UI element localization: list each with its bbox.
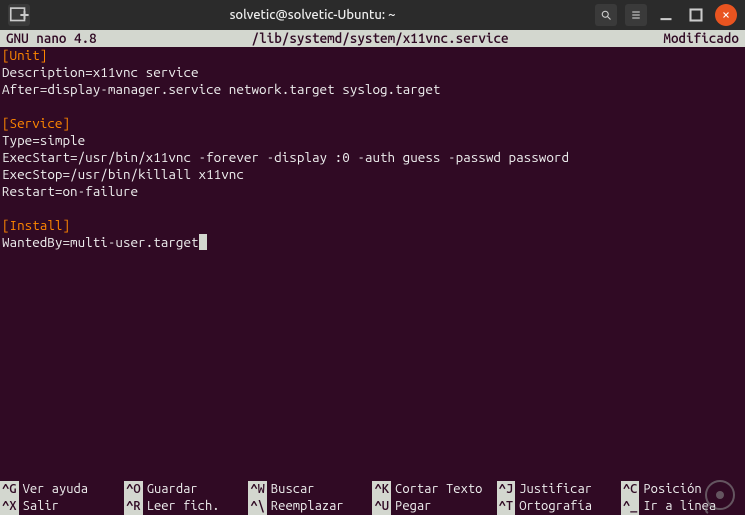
watermark-icon bbox=[700, 475, 740, 515]
hamburger-icon bbox=[630, 9, 642, 21]
close-icon bbox=[721, 10, 731, 20]
shortcut-key: ^R bbox=[124, 498, 143, 515]
file-line: After=display-manager.service network.ta… bbox=[2, 81, 743, 98]
nano-statusbar: GNU nano 4.8 /lib/systemd/system/x11vnc.… bbox=[0, 30, 745, 47]
new-tab-icon bbox=[8, 4, 30, 26]
new-tab-button[interactable] bbox=[8, 4, 30, 26]
shortcut-label: Ortografía bbox=[515, 498, 592, 515]
shortcut-justify[interactable]: ^JJustificar bbox=[497, 481, 621, 498]
minimize-button[interactable] bbox=[655, 4, 677, 26]
shortcut-label: Posición bbox=[639, 481, 701, 498]
shortcut-key: ^C bbox=[621, 481, 640, 498]
section-header: [Service] bbox=[2, 115, 70, 131]
shortcut-label: Justificar bbox=[515, 481, 592, 498]
nano-version: GNU nano 4.8 bbox=[0, 30, 103, 47]
shortcut-paste[interactable]: ^UPegar bbox=[372, 498, 496, 515]
close-button[interactable] bbox=[715, 4, 737, 26]
titlebar-right bbox=[595, 4, 737, 26]
shortcut-label: Reemplazar bbox=[267, 498, 344, 515]
file-line: WantedBy=multi-user.target bbox=[2, 234, 743, 251]
titlebar-left bbox=[8, 4, 30, 26]
shortcut-exit[interactable]: ^XSalir bbox=[0, 498, 124, 515]
file-line: Type=simple bbox=[2, 132, 743, 149]
shortcut-key: ^U bbox=[372, 498, 391, 515]
shortcut-help[interactable]: ^GVer ayuda bbox=[0, 481, 124, 498]
shortcut-key: ^_ bbox=[621, 498, 640, 515]
section-header: [Install] bbox=[2, 217, 70, 233]
shortcut-writeout[interactable]: ^OGuardar bbox=[124, 481, 248, 498]
file-line: Description=x11vnc service bbox=[2, 64, 743, 81]
file-line: Restart=on-failure bbox=[2, 183, 743, 200]
shortcut-label: Guardar bbox=[143, 481, 198, 498]
shortcut-key: ^O bbox=[124, 481, 143, 498]
shortcut-cut[interactable]: ^KCortar Texto bbox=[372, 481, 496, 498]
shortcut-replace[interactable]: ^\Reemplazar bbox=[248, 498, 372, 515]
search-icon bbox=[600, 9, 612, 21]
editor-content[interactable]: [Unit] Description=x11vnc service After=… bbox=[0, 47, 745, 251]
shortcut-key: ^\ bbox=[248, 498, 267, 515]
shortcut-label: Buscar bbox=[267, 481, 315, 498]
shortcut-label: Cortar Texto bbox=[391, 481, 482, 498]
search-button[interactable] bbox=[595, 4, 617, 26]
minimize-icon bbox=[655, 4, 677, 26]
nano-status: Modificado bbox=[657, 30, 745, 47]
shortcut-label: Ver ayuda bbox=[19, 481, 89, 498]
section-header: [Unit] bbox=[2, 47, 47, 63]
file-line: ExecStop=/usr/bin/killall x11vnc bbox=[2, 166, 743, 183]
cursor bbox=[199, 234, 207, 250]
shortcut-key: ^G bbox=[0, 481, 19, 498]
nano-shortcuts: ^GVer ayuda ^OGuardar ^WBuscar ^KCortar … bbox=[0, 481, 745, 515]
terminal-area[interactable]: GNU nano 4.8 /lib/systemd/system/x11vnc.… bbox=[0, 30, 745, 515]
shortcut-label: Salir bbox=[19, 498, 59, 515]
window-titlebar: solvetic@solvetic-Ubuntu: ~ bbox=[0, 0, 745, 30]
file-line: ExecStart=/usr/bin/x11vnc -forever -disp… bbox=[2, 149, 743, 166]
last-line-text: WantedBy=multi-user.target bbox=[2, 234, 199, 250]
shortcut-key: ^K bbox=[372, 481, 391, 498]
shortcut-key: ^X bbox=[0, 498, 19, 515]
shortcut-key: ^T bbox=[497, 498, 516, 515]
shortcut-readfile[interactable]: ^RLeer fich. bbox=[124, 498, 248, 515]
shortcut-label: Pegar bbox=[391, 498, 431, 515]
window-title: solvetic@solvetic-Ubuntu: ~ bbox=[30, 8, 595, 22]
shortcut-label: Leer fich. bbox=[143, 498, 220, 515]
shortcut-search[interactable]: ^WBuscar bbox=[248, 481, 372, 498]
maximize-icon bbox=[685, 4, 707, 26]
file-line bbox=[2, 200, 743, 217]
file-line bbox=[2, 98, 743, 115]
nano-filename: /lib/systemd/system/x11vnc.service bbox=[103, 30, 658, 47]
menu-button[interactable] bbox=[625, 4, 647, 26]
shortcut-key: ^W bbox=[248, 481, 267, 498]
shortcut-spell[interactable]: ^TOrtografía bbox=[497, 498, 621, 515]
maximize-button[interactable] bbox=[685, 4, 707, 26]
shortcut-key: ^J bbox=[497, 481, 516, 498]
